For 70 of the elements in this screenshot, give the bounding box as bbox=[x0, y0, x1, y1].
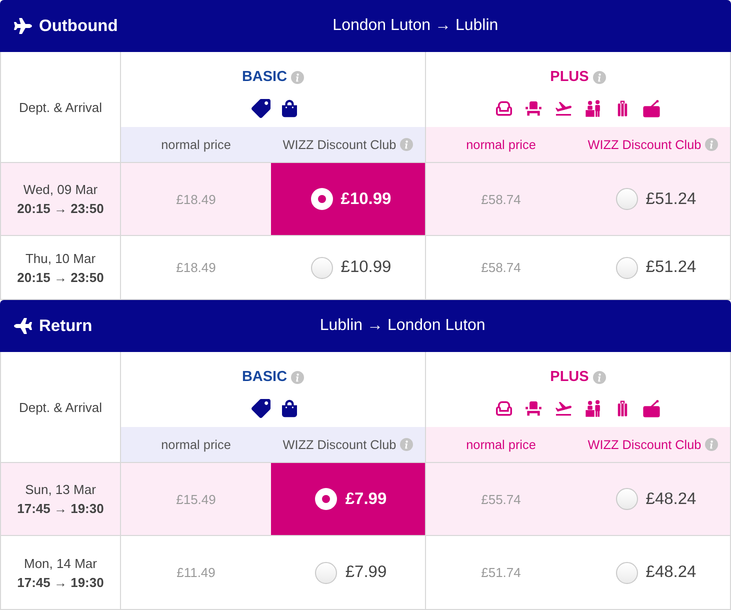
radio-button[interactable] bbox=[310, 188, 333, 210]
seat-icon bbox=[524, 98, 543, 118]
column-label: normal price bbox=[161, 438, 231, 452]
fare-price: £10.99 bbox=[340, 190, 392, 208]
info-icon[interactable] bbox=[705, 138, 718, 151]
radio-button[interactable] bbox=[315, 562, 338, 584]
normal-price: £11.49 bbox=[176, 565, 216, 580]
tag-icon bbox=[250, 398, 272, 418]
column-label: WIZZ Discount Club bbox=[588, 438, 702, 452]
info-icon[interactable] bbox=[705, 438, 718, 451]
column-label: normal price bbox=[466, 138, 536, 152]
info-icon[interactable] bbox=[400, 438, 414, 451]
fare-price: £51.24 bbox=[646, 258, 696, 277]
info-icon[interactable] bbox=[291, 70, 304, 84]
info-icon[interactable] bbox=[592, 370, 606, 384]
normal-price: £58.74 bbox=[481, 260, 521, 275]
bag-icon bbox=[641, 398, 662, 418]
flight-times: 20:15 → 23:50 bbox=[17, 268, 104, 286]
radio-button[interactable] bbox=[616, 188, 638, 210]
flight-date: Mon, 14 Mar bbox=[24, 554, 97, 572]
column-label: normal price bbox=[161, 138, 231, 152]
shopping-bag-icon bbox=[282, 398, 296, 418]
seat-icon bbox=[524, 398, 543, 418]
column-heading: Dept. & Arrival bbox=[18, 400, 102, 414]
column-label: normal price bbox=[466, 438, 536, 452]
route-label: Lublin → London Luton bbox=[318, 317, 486, 335]
flight-times: 20:15 → 23:50 bbox=[17, 200, 104, 218]
radio-button[interactable] bbox=[616, 488, 638, 510]
flight-date: Sun, 13 Mar bbox=[25, 481, 96, 499]
fare-price: £10.99 bbox=[340, 258, 392, 277]
normal-price: £55.74 bbox=[481, 492, 521, 506]
flight-times: 17:45 → 19:30 bbox=[17, 500, 104, 518]
fare-price: £7.99 bbox=[345, 563, 387, 582]
fare-price: £48.24 bbox=[646, 490, 696, 508]
flight-date: Thu, 10 Mar bbox=[25, 250, 96, 268]
column-label: WIZZ Discount Club bbox=[588, 138, 702, 152]
normal-price: £15.49 bbox=[176, 492, 216, 506]
fare-title: BASIC bbox=[242, 69, 288, 85]
normal-price: £18.49 bbox=[176, 192, 216, 206]
normal-price: £58.74 bbox=[481, 192, 521, 206]
fare-price: £7.99 bbox=[345, 490, 387, 508]
flight-times: 17:45 → 19:30 bbox=[17, 574, 104, 592]
flight-date: Wed, 09 Mar bbox=[23, 181, 98, 199]
info-icon[interactable] bbox=[592, 70, 606, 84]
plane-icon bbox=[14, 17, 32, 35]
column-label: WIZZ Discount Club bbox=[282, 438, 396, 452]
armchair-icon bbox=[494, 98, 514, 118]
armchair-icon bbox=[494, 398, 514, 418]
fare-price: £48.24 bbox=[646, 563, 696, 582]
radio-button[interactable] bbox=[310, 256, 333, 278]
fare-title: PLUS bbox=[550, 369, 589, 385]
fare-title: BASIC bbox=[242, 369, 288, 385]
route-label: London Luton → Lublin bbox=[332, 17, 500, 35]
column-label: WIZZ Discount Club bbox=[282, 138, 396, 152]
bag-icon bbox=[641, 98, 662, 118]
radio-button[interactable] bbox=[315, 488, 338, 510]
column-heading: Dept. & Arrival bbox=[18, 100, 102, 114]
fare-price: £51.24 bbox=[646, 190, 696, 208]
normal-price: £51.74 bbox=[481, 565, 521, 580]
info-icon[interactable] bbox=[400, 138, 414, 151]
radio-button[interactable] bbox=[616, 562, 638, 584]
tag-icon bbox=[250, 98, 272, 118]
section-title: Return bbox=[39, 316, 92, 336]
fare-title: PLUS bbox=[550, 69, 589, 85]
radio-button[interactable] bbox=[616, 256, 638, 278]
info-icon[interactable] bbox=[291, 370, 304, 384]
plane-icon bbox=[14, 317, 32, 335]
section-title: Outbound bbox=[39, 16, 118, 36]
normal-price: £18.49 bbox=[176, 260, 216, 275]
shopping-bag-icon bbox=[282, 98, 296, 118]
